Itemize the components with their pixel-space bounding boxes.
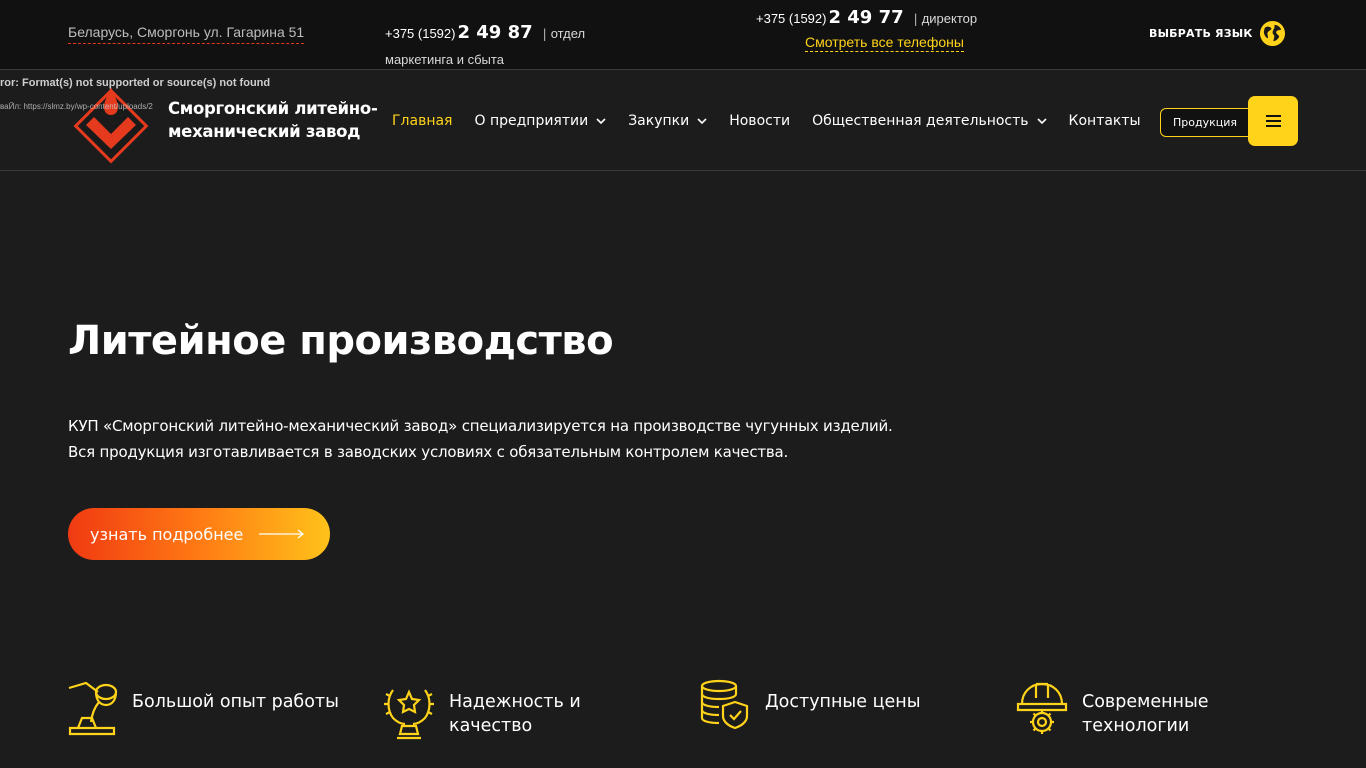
nav-item-label: Главная — [392, 113, 453, 129]
nav-item-home[interactable]: Главная — [392, 113, 452, 129]
phone-director-code: +375 (1592) — [756, 11, 827, 26]
phone-separator: | — [542, 27, 547, 41]
all-phones-link[interactable]: Смотреть все телефоны — [805, 33, 964, 52]
logo-text[interactable]: Сморгонский литейно-механический завод — [168, 97, 408, 143]
chevron-down-icon — [596, 118, 606, 124]
award-wreath-icon — [384, 689, 434, 740]
coins-shield-icon — [700, 679, 749, 730]
top-bar: Беларусь, Сморгонь ул. Гагарина 51 +375 … — [0, 0, 1366, 70]
hero-title: Литейное производство — [68, 318, 614, 364]
nav-item-label: Закупки — [628, 113, 690, 129]
main-header: Сморгонский литейно-механический завод r… — [0, 71, 1366, 171]
phone-marketing: +375 (1592) 2 49 87 | отдел маркетинга и сб… — [385, 20, 615, 73]
nav-item-contacts[interactable]: Контакты — [1069, 113, 1141, 129]
nav-item-public-activity[interactable]: Общественная деятельность — [812, 113, 1047, 129]
feature-technology: Современные технологии — [1016, 678, 1242, 740]
nav-item-news[interactable]: Новости — [729, 113, 790, 129]
address-link[interactable]: Беларусь, Сморгонь ул. Гагарина 51 — [68, 24, 305, 44]
chevron-down-icon — [1036, 118, 1047, 124]
feature-prices: Доступные цены — [699, 678, 921, 740]
media-error-message: ror: Format(s) not supported or source(s… — [0, 77, 271, 89]
feature-reliability: Надежность и качество — [383, 678, 599, 740]
hero-description-line: Вся продукция изготавливается в заводски… — [68, 443, 789, 461]
phone-director-number[interactable]: 2 49 77 — [828, 7, 903, 28]
feature-label: Доступные цены — [765, 692, 921, 712]
hero-description-line: КУП «Сморгонский литейно-механический за… — [68, 417, 893, 435]
language-selector[interactable]: ВЫБРАТЬ ЯЗЫК — [1149, 27, 1253, 40]
nav-item-label: Новости — [729, 113, 791, 129]
phone-marketing-code: +375 (1592) — [385, 26, 456, 41]
feature-label: Надежность и качество — [449, 692, 581, 736]
phone-separator: | — [913, 12, 918, 26]
nav-item-label: Контакты — [1068, 113, 1141, 129]
feature-label: Современные технологии — [1082, 692, 1209, 736]
arrow-right-icon — [259, 529, 305, 539]
learn-more-label: узнать подробнее — [90, 524, 244, 544]
ladle-pouring-icon — [68, 681, 118, 736]
nav-item-label: Общественная деятельность — [812, 113, 1029, 129]
phone-director-role: директор — [921, 11, 978, 26]
feature-label: Большой опыт работы — [132, 692, 339, 712]
phone-marketing-number[interactable]: 2 49 87 — [457, 22, 532, 43]
globe-icon[interactable] — [1259, 20, 1286, 47]
learn-more-button[interactable]: узнать подробнее — [68, 508, 330, 560]
hero-description: КУП «Сморгонский литейно-механический за… — [68, 413, 1028, 465]
hamburger-icon[interactable] — [1248, 96, 1298, 146]
phone-director: +375 (1592) 2 49 77 | директор Смотреть все… — [756, 6, 1016, 55]
main-nav: Главная О предприятии Закупки Новости Об… — [392, 110, 1163, 132]
logo-icon[interactable] — [66, 81, 156, 171]
nav-item-about[interactable]: О предприятии — [474, 113, 606, 129]
chevron-down-icon — [697, 118, 707, 124]
nav-item-procurement[interactable]: Закупки — [628, 113, 707, 129]
feature-experience: Большой опыт работы — [66, 678, 339, 740]
nav-item-label: О предприятии — [474, 113, 589, 129]
media-error-path: ваЙл: https://slmz.by/wp-content/uploads… — [0, 102, 153, 111]
hardhat-gear-icon — [1016, 682, 1068, 734]
products-button[interactable]: Продукция — [1160, 108, 1262, 137]
